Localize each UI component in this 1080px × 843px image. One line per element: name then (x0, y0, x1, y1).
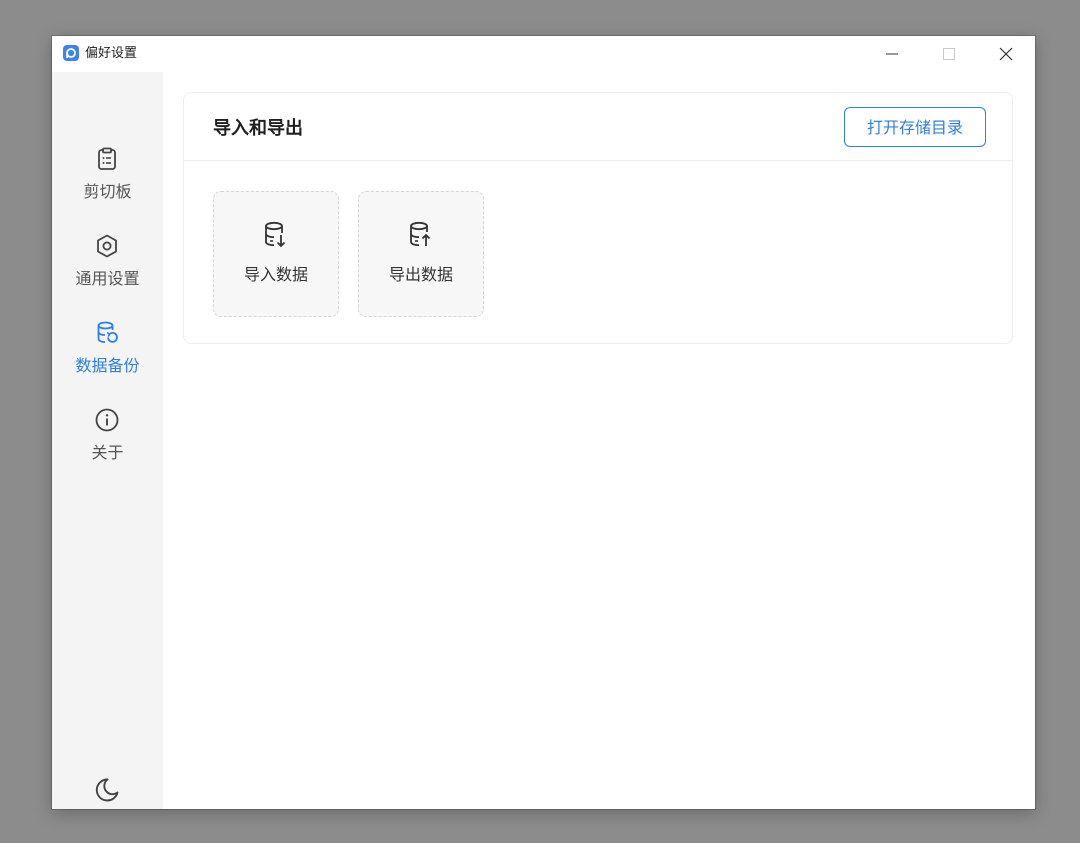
window-title: 偏好设置 (85, 45, 137, 62)
app-logo-icon (63, 45, 79, 61)
import-export-card: 导入和导出 打开存储目录 导入数据 (183, 92, 1013, 344)
preferences-window: 偏好设置 (52, 36, 1035, 809)
card-title: 导入和导出 (213, 118, 303, 140)
import-data-tile[interactable]: 导入数据 (213, 191, 339, 317)
main-content: 导入和导出 打开存储目录 导入数据 (163, 72, 1035, 809)
maximize-button[interactable] (920, 36, 978, 72)
minimize-button[interactable] (863, 36, 921, 72)
clipboard-icon (94, 146, 120, 172)
info-icon (94, 407, 120, 433)
database-import-icon (262, 220, 290, 250)
tile-label: 导出数据 (359, 265, 483, 285)
sidebar-item-label: 数据备份 (52, 356, 163, 376)
sidebar-item-clipboard[interactable]: 剪切板 (52, 146, 163, 218)
sidebar-item-label: 关于 (52, 443, 163, 463)
sidebar-item-label: 通用设置 (52, 269, 163, 289)
maximize-icon (943, 48, 955, 60)
minimize-icon (886, 48, 898, 60)
theme-toggle-button[interactable] (93, 776, 121, 804)
title-bar: 偏好设置 (52, 36, 1035, 72)
sidebar-item-label: 剪切板 (52, 182, 163, 202)
close-button[interactable] (977, 36, 1035, 72)
moon-icon (93, 776, 121, 804)
sidebar-item-general-settings[interactable]: 通用设置 (52, 233, 163, 305)
sidebar-item-about[interactable]: 关于 (52, 407, 163, 479)
export-data-tile[interactable]: 导出数据 (358, 191, 484, 317)
close-icon (999, 47, 1013, 61)
sidebar-item-data-backup[interactable]: 数据备份 (52, 320, 163, 392)
database-backup-icon (94, 320, 120, 346)
database-export-icon (407, 220, 435, 250)
hexagon-settings-icon (94, 233, 120, 259)
card-header: 导入和导出 打开存储目录 (184, 93, 1014, 161)
open-storage-directory-button[interactable]: 打开存储目录 (844, 107, 986, 147)
sidebar: 剪切板 通用设置 数据备份 (52, 72, 163, 809)
tile-label: 导入数据 (214, 265, 338, 285)
